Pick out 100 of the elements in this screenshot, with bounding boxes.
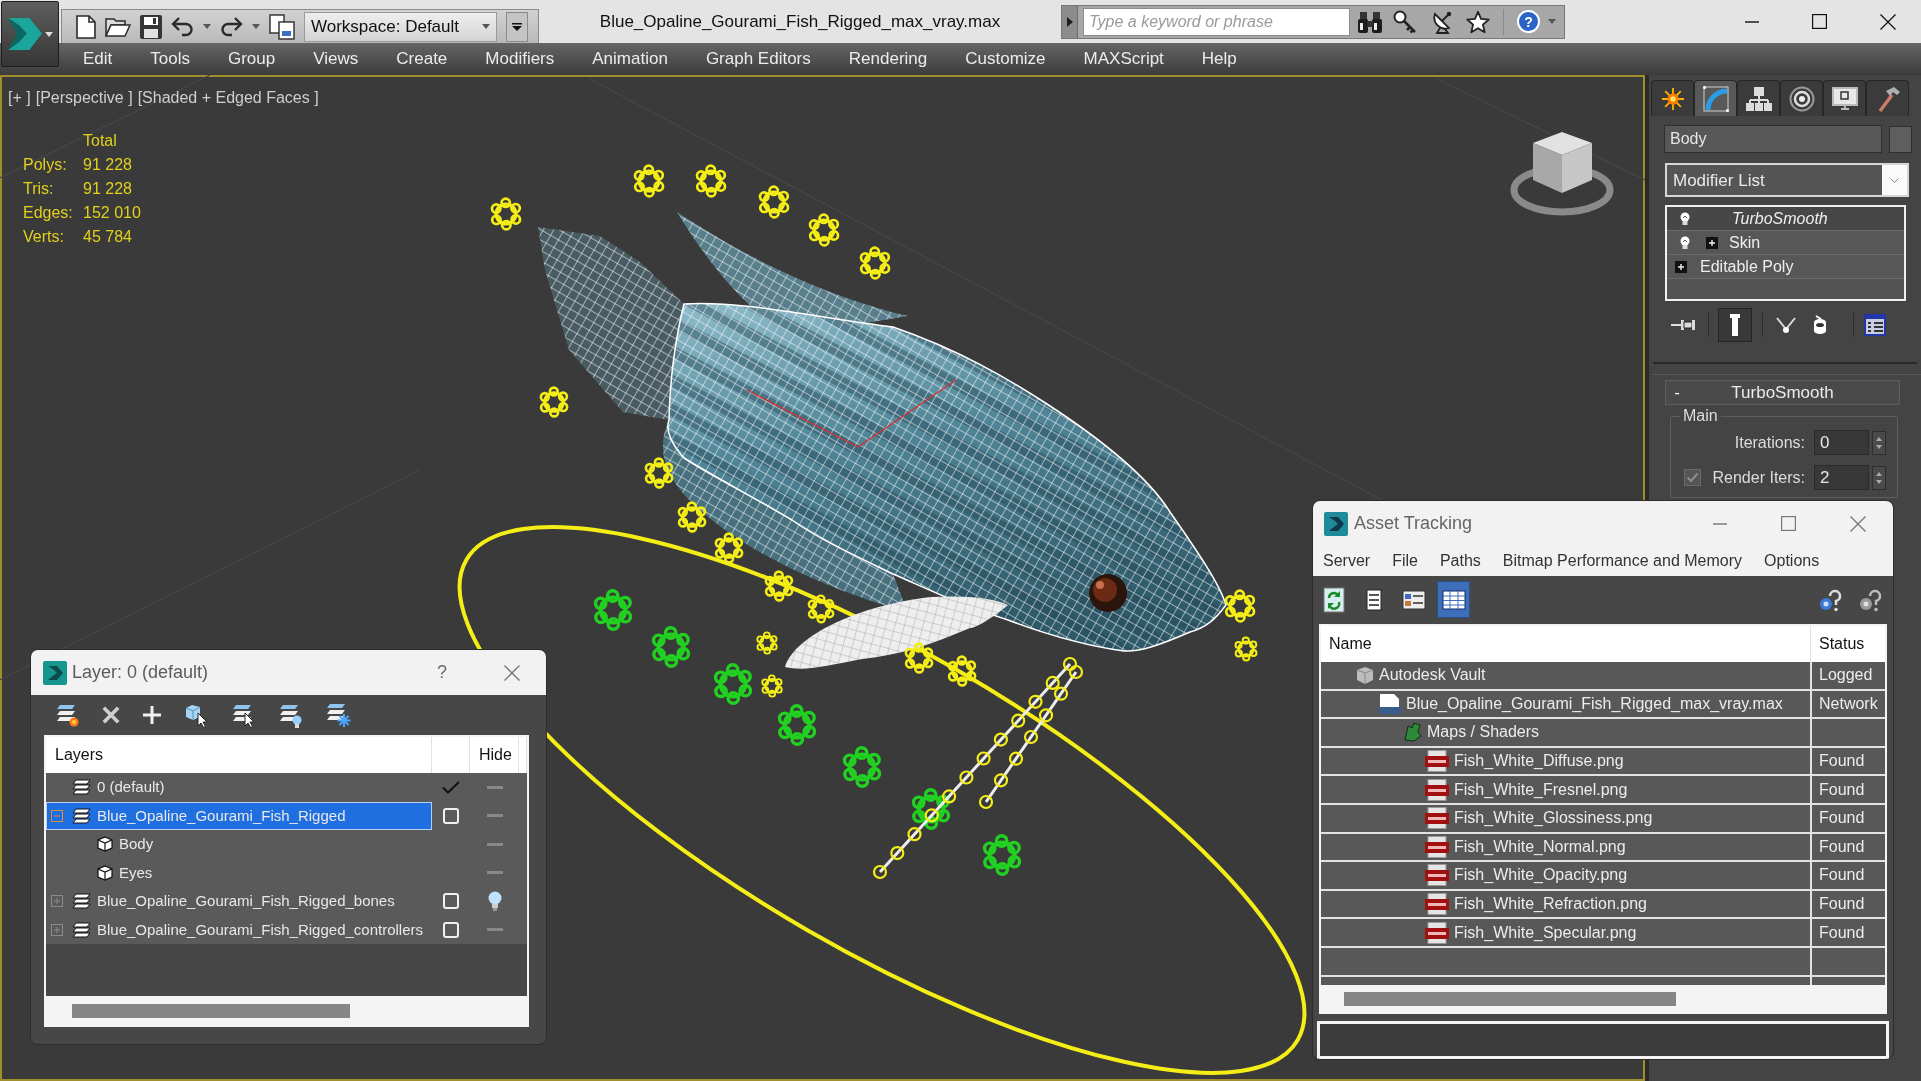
layer-item[interactable]: Blue_Opaline_Gourami_Fish_Rigged_controllers (46, 915, 432, 944)
caret-icon[interactable] (252, 24, 260, 29)
thumbnail-list-icon (1401, 589, 1426, 610)
menu-item[interactable]: Create (396, 46, 448, 72)
modifier-stack-item[interactable]: TurboSmooth (1667, 207, 1904, 231)
minimize-icon[interactable] (1745, 20, 1759, 23)
save-icon[interactable] (140, 14, 162, 39)
key-icon[interactable] (1393, 9, 1417, 34)
menu-item[interactable]: Edit (83, 46, 113, 72)
column-header[interactable]: Name (1329, 632, 1372, 656)
binoculars-icon[interactable] (1358, 10, 1382, 33)
star-icon[interactable] (1466, 9, 1490, 34)
layers-star-icon[interactable] (55, 703, 79, 727)
layer-item[interactable]: Blue_Opaline_Gourami_Fish_Rigged (46, 801, 432, 830)
layer-item[interactable]: Body (46, 830, 432, 859)
app-menu-button[interactable] (1, 1, 59, 67)
search-field[interactable]: Type a keyword or phrase (1083, 7, 1350, 36)
modifier-list-dropdown[interactable]: Modifier List (1665, 163, 1909, 197)
spinner-field[interactable]: 0 (1814, 430, 1869, 455)
light-bulb-icon[interactable] (1680, 236, 1690, 249)
object-name-field[interactable]: Body (1664, 125, 1882, 153)
panel-tab[interactable] (1737, 80, 1780, 116)
menu-item[interactable]: Tools (150, 46, 190, 72)
workspace-dropdown[interactable]: Workspace: Default (304, 11, 497, 42)
menu-item[interactable]: Options (1764, 549, 1820, 573)
add-icon[interactable] (143, 706, 161, 724)
new-file-icon[interactable] (76, 14, 96, 39)
caret-icon[interactable] (1548, 19, 1556, 24)
help-icon[interactable] (1818, 587, 1842, 612)
satellite-dish-icon[interactable] (1433, 9, 1453, 34)
light-bulb-icon[interactable] (487, 891, 502, 912)
menu-item[interactable]: File (1392, 549, 1418, 573)
scrollbar-thumb[interactable] (72, 1003, 350, 1018)
menu-item[interactable]: Rendering (848, 46, 928, 72)
panel-tab[interactable] (1694, 80, 1737, 116)
menu-item[interactable]: Help (1201, 46, 1237, 72)
project-folder-icon[interactable] (269, 13, 295, 40)
modifier-stack-item[interactable]: Skin (1667, 231, 1904, 255)
viewport-label[interactable]: [+ ] (8, 86, 31, 110)
menu-item[interactable]: Graph Editors (705, 46, 811, 72)
layer-item[interactable]: 0 (default) (46, 773, 432, 802)
stack-tool-button[interactable] (1718, 308, 1752, 342)
spinner-arrows-icon[interactable] (1872, 430, 1886, 455)
menu-item[interactable]: Views (313, 46, 359, 72)
controller-ring (859, 246, 891, 280)
menu-item[interactable]: Modifiers (485, 46, 555, 72)
menu-item[interactable]: Group (228, 46, 276, 72)
controller-ring (714, 532, 744, 564)
toolbar-menu-button[interactable] (506, 11, 528, 42)
viewport-label[interactable]: [Shaded + Edged Faces ] (137, 86, 319, 110)
layers-cursor-icon[interactable] (231, 702, 255, 728)
menu-item[interactable]: Customize (965, 46, 1046, 72)
spinner-arrows-icon[interactable] (1872, 465, 1886, 490)
cube-cursor-icon[interactable] (184, 702, 208, 728)
menu-item[interactable]: Server (1323, 549, 1371, 573)
menu-item[interactable]: MAXScript (1083, 46, 1164, 72)
status-text: Found (1819, 808, 1865, 829)
menu-item[interactable]: Animation (592, 46, 668, 72)
stats-label: Tris: (23, 179, 55, 199)
color-swatch[interactable] (1889, 125, 1912, 153)
maximize-icon[interactable] (1812, 14, 1827, 29)
expand-icon[interactable] (1706, 236, 1718, 249)
check-icon[interactable] (442, 780, 460, 794)
layers-bulb-icon[interactable] (278, 702, 302, 728)
image-file-icon (1425, 807, 1449, 830)
search-toggle-button[interactable] (1062, 5, 1078, 38)
fork-icon (1776, 317, 1796, 333)
undo-icon[interactable] (171, 15, 194, 38)
layer-item[interactable]: Blue_Opaline_Gourami_Fish_Rigged_bones (46, 887, 432, 916)
close-icon[interactable] (1880, 13, 1896, 30)
help-button[interactable]: ? (437, 659, 447, 686)
can-icon (1813, 315, 1827, 335)
panel-tab[interactable] (1780, 80, 1823, 116)
menu-item[interactable]: Paths (1439, 549, 1481, 573)
status-text: Found (1819, 836, 1865, 857)
caret-icon[interactable] (203, 24, 211, 29)
panel-tab[interactable] (1823, 80, 1866, 116)
light-bulb-icon[interactable] (1680, 212, 1690, 225)
column-header[interactable]: Layers (55, 743, 104, 767)
modifier-stack-item[interactable]: Editable Poly (1667, 255, 1904, 279)
path-field[interactable] (1317, 1021, 1889, 1059)
delete-icon[interactable] (102, 706, 120, 724)
column-header[interactable]: Status (1819, 632, 1865, 656)
panel-tab[interactable] (1651, 80, 1694, 116)
stats-label: Polys: (23, 155, 68, 175)
expand-icon[interactable] (1675, 260, 1687, 273)
toolbar-button[interactable] (1437, 581, 1470, 618)
column-header[interactable]: Hide (479, 743, 512, 767)
viewport-label[interactable]: [Perspective ] (35, 86, 133, 110)
layers-snowflake-icon[interactable] (325, 702, 351, 728)
layer-item[interactable]: Eyes (46, 858, 432, 887)
open-folder-icon[interactable] (105, 16, 131, 37)
cube-icon (97, 864, 113, 881)
view-cube[interactable] (1510, 132, 1614, 216)
scrollbar-thumb[interactable] (1344, 991, 1676, 1006)
redo-icon[interactable] (220, 15, 243, 38)
panel-tab[interactable] (1866, 80, 1909, 116)
help-icon[interactable] (1858, 587, 1882, 612)
help-button[interactable]: ? (1517, 10, 1540, 33)
rollout-header[interactable]: - TurboSmooth (1665, 380, 1900, 405)
